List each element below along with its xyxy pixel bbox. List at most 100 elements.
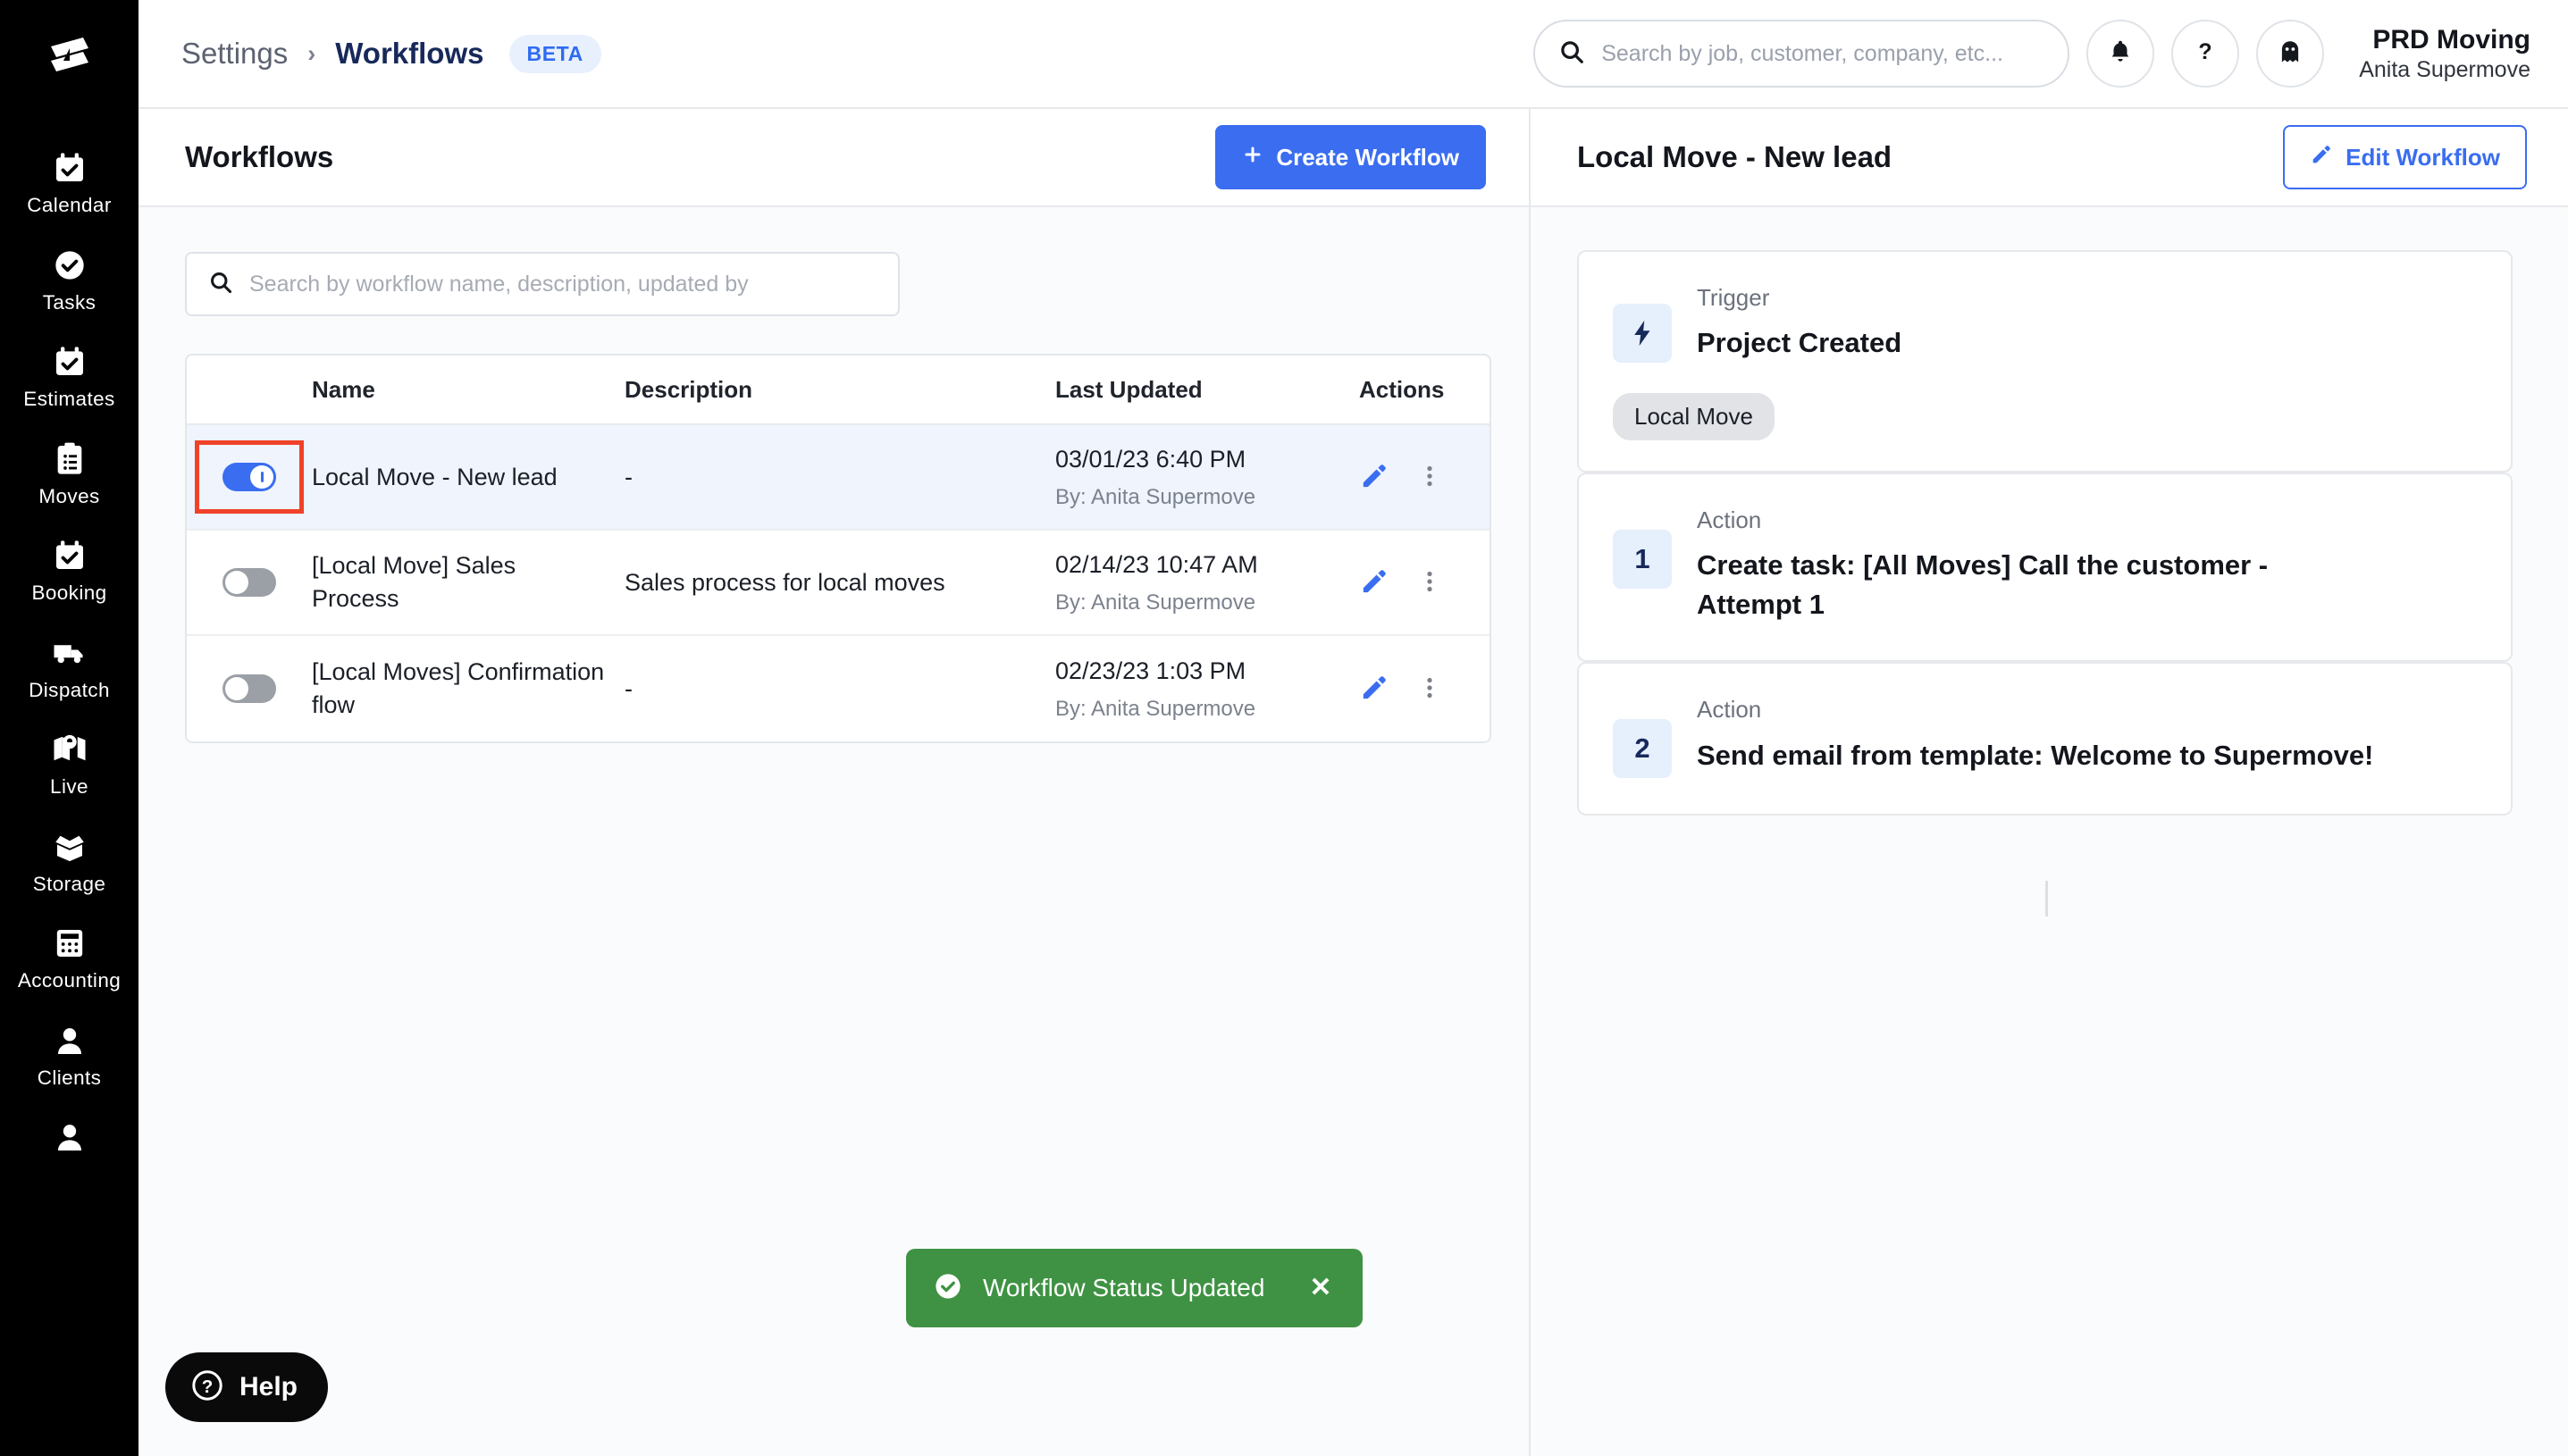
action-row: 2 Action Send email from template: Welco… bbox=[1613, 696, 2471, 779]
flow-connector bbox=[2044, 881, 2048, 916]
workflow-step-action-2[interactable]: 2 Action Send email from template: Welco… bbox=[1577, 662, 2513, 816]
row-more-options-button[interactable] bbox=[1416, 674, 1443, 704]
svg-text:?: ? bbox=[202, 1377, 214, 1397]
table-row[interactable]: Local Move - New lead - 03/01/23 6:40 PM… bbox=[187, 425, 1490, 531]
workflow-flow: Trigger Project Created Local Move 1 Act… bbox=[1577, 250, 2513, 916]
column-header-toggle bbox=[187, 356, 312, 423]
box-open-icon bbox=[49, 826, 90, 867]
edit-workflow-row-button[interactable] bbox=[1359, 461, 1389, 494]
create-workflow-button[interactable]: Create Workflow bbox=[1215, 125, 1486, 189]
workflow-name: Local Move - New lead bbox=[312, 463, 558, 490]
help-launcher-button[interactable]: ? Help bbox=[165, 1352, 329, 1422]
row-updated-cell: 03/01/23 6:40 PM By: Anita Supermove bbox=[1055, 444, 1359, 509]
row-name-cell: [Local Moves] Confirmation flow bbox=[312, 656, 625, 721]
row-updated-cell: 02/23/23 1:03 PM By: Anita Supermove bbox=[1055, 656, 1359, 721]
table-header-row: Name Description Last Updated Actions bbox=[187, 356, 1490, 425]
step-title: Send email from template: Welcome to Sup… bbox=[1697, 739, 2374, 771]
toggle-knob bbox=[225, 571, 248, 594]
sidebar-item-label: Booking bbox=[31, 582, 107, 604]
pencil-icon bbox=[1359, 566, 1389, 599]
workflow-step-action-1[interactable]: 1 Action Create task: [All Moves] Call t… bbox=[1577, 473, 2513, 663]
step-kicker: Action bbox=[1697, 696, 1762, 724]
search-input[interactable] bbox=[1601, 40, 2045, 67]
row-toggle-cell bbox=[187, 636, 312, 741]
step-number: 1 bbox=[1634, 543, 1650, 575]
sidebar-item-clients[interactable]: Clients bbox=[0, 1005, 138, 1102]
workflow-name: [Local Moves] Confirmation flow bbox=[312, 658, 605, 718]
sidebar-item-dispatch[interactable]: Dispatch bbox=[0, 617, 138, 715]
workflow-updated-at: 02/23/23 1:03 PM bbox=[1055, 657, 1246, 685]
search-icon bbox=[208, 270, 233, 299]
row-actions-cell bbox=[1359, 566, 1490, 599]
row-actions-cell bbox=[1359, 461, 1490, 494]
row-name-cell: [Local Move] Sales Process bbox=[312, 549, 625, 615]
sidebar-item-tasks[interactable]: Tasks bbox=[0, 230, 138, 327]
close-icon[interactable]: ✕ bbox=[1309, 1275, 1331, 1301]
row-description-cell: - bbox=[625, 464, 1055, 491]
breadcrumb-workflows[interactable]: Workflows bbox=[335, 37, 483, 71]
breadcrumb-settings[interactable]: Settings bbox=[181, 37, 288, 71]
sidebar-item-label: Estimates bbox=[23, 388, 115, 410]
truck-icon bbox=[49, 632, 90, 674]
workflow-detail-panel: Local Move - New lead Edit Workflow Trig… bbox=[1531, 109, 2568, 1456]
row-more-options-button[interactable] bbox=[1416, 463, 1443, 492]
sidebar-item-accounting[interactable]: Accounting bbox=[0, 908, 138, 1005]
workflow-enabled-toggle[interactable] bbox=[222, 674, 276, 703]
table-row[interactable]: [Local Move] Sales Process Sales process… bbox=[187, 531, 1490, 636]
check-circle-icon bbox=[49, 245, 90, 286]
user-menu[interactable]: PRD Moving Anita Supermove bbox=[2359, 23, 2530, 85]
sidebar-item-last[interactable] bbox=[0, 1101, 138, 1178]
row-more-options-button[interactable] bbox=[1416, 568, 1443, 598]
workflow-enabled-toggle[interactable] bbox=[222, 463, 276, 491]
calendar-icon bbox=[49, 535, 90, 576]
toggle-highlight-box bbox=[195, 440, 304, 514]
main-area: Settings › Workflows BETA Search by job,… bbox=[138, 0, 2568, 1456]
global-search[interactable] bbox=[1533, 20, 2070, 88]
sidebar-item-live[interactable]: Live bbox=[0, 714, 138, 811]
workflow-detail-title: Local Move - New lead bbox=[1577, 140, 1892, 173]
sidebar-item-label: Calendar bbox=[27, 194, 112, 216]
supermove-logo-icon[interactable] bbox=[35, 23, 105, 93]
user-icon bbox=[49, 1117, 90, 1158]
workflow-search-input[interactable] bbox=[249, 271, 877, 297]
notifications-button[interactable] bbox=[2086, 20, 2155, 88]
row-description-cell: Sales process for local moves bbox=[625, 569, 1055, 597]
sidebar-item-calendar[interactable]: Calendar bbox=[0, 132, 138, 230]
column-header-actions: Actions bbox=[1359, 375, 1445, 403]
sidebar-item-moves[interactable]: Moves bbox=[0, 423, 138, 521]
workflow-description: Sales process for local moves bbox=[625, 568, 945, 596]
sidebar-item-label: Tasks bbox=[42, 290, 97, 314]
table-row[interactable]: [Local Moves] Confirmation flow - 02/23/… bbox=[187, 636, 1490, 741]
beta-badge: BETA bbox=[508, 34, 601, 73]
edit-workflow-row-button[interactable] bbox=[1359, 673, 1389, 706]
workflow-search[interactable] bbox=[185, 252, 900, 316]
ghost-assistant-button[interactable] bbox=[2256, 20, 2325, 88]
workflow-updated-by: By: Anita Supermove bbox=[1055, 590, 1256, 615]
row-updated-cell: 02/14/23 10:47 AM By: Anita Supermove bbox=[1055, 549, 1359, 615]
status-toast: Workflow Status Updated ✕ bbox=[906, 1249, 1363, 1327]
toggle-knob bbox=[250, 465, 273, 489]
edit-workflow-row-button[interactable] bbox=[1359, 566, 1389, 599]
map-pin-icon bbox=[49, 729, 90, 770]
svg-text:?: ? bbox=[2199, 39, 2212, 64]
calendar-icon bbox=[49, 341, 90, 382]
row-actions-cell bbox=[1359, 673, 1490, 706]
step-number-badge: 2 bbox=[1613, 719, 1672, 779]
sidebar-item-booking[interactable]: Booking bbox=[0, 520, 138, 617]
workflow-step-trigger[interactable]: Trigger Project Created Local Move bbox=[1577, 250, 2513, 473]
step-kicker: Action bbox=[1697, 506, 1762, 534]
dots-vertical-icon bbox=[1416, 674, 1443, 704]
search-icon bbox=[1558, 38, 1585, 70]
row-name-cell: Local Move - New lead bbox=[312, 461, 625, 494]
sidebar-item-storage[interactable]: Storage bbox=[0, 811, 138, 908]
workflow-enabled-toggle[interactable] bbox=[222, 568, 276, 597]
action-row: 1 Action Create task: [All Moves] Call t… bbox=[1613, 506, 2471, 624]
edit-workflow-button[interactable]: Edit Workflow bbox=[2283, 125, 2527, 189]
row-description-cell: - bbox=[625, 675, 1055, 703]
workflow-updated-by: By: Anita Supermove bbox=[1055, 696, 1256, 721]
sidebar-item-estimates[interactable]: Estimates bbox=[0, 326, 138, 423]
workflows-table: Name Description Last Updated Actions Lo… bbox=[185, 354, 1491, 743]
top-bar-actions: ? PRD Moving Anita Supermove bbox=[1533, 20, 2530, 88]
calendar-icon bbox=[49, 147, 90, 188]
help-button[interactable]: ? bbox=[2171, 20, 2240, 88]
